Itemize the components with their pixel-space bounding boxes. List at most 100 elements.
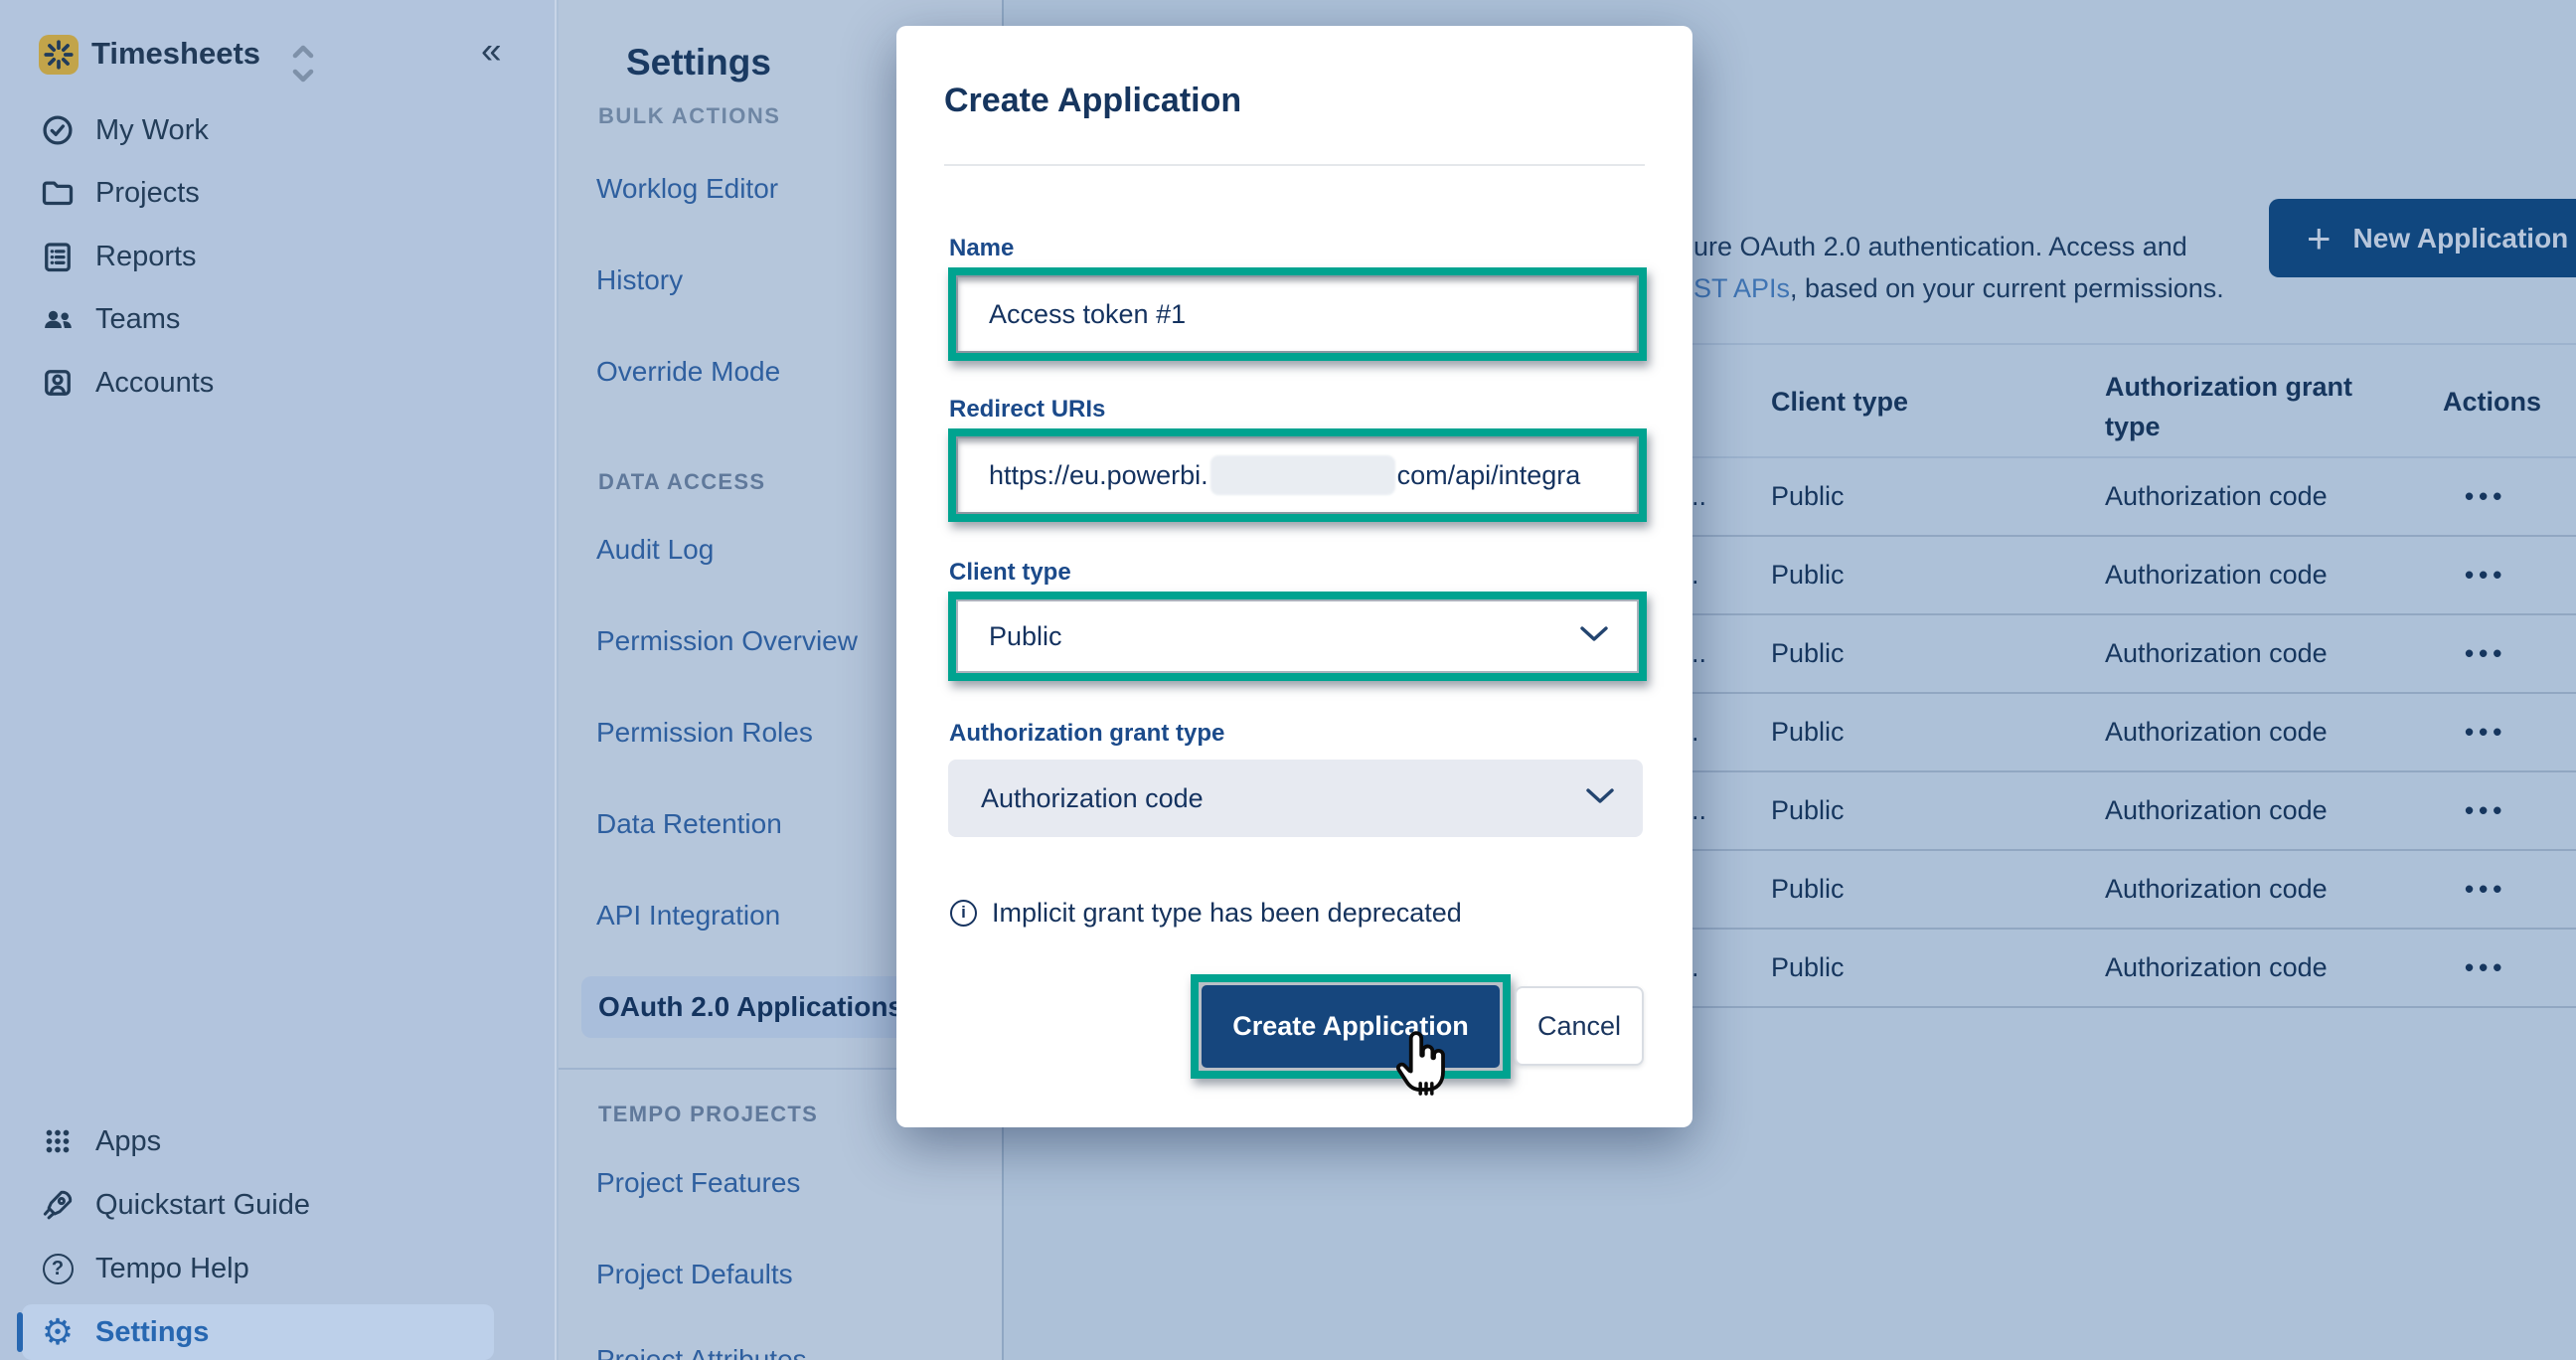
modal-title: Create Application — [944, 82, 1241, 120]
grant-type-cell: Authorization code — [2105, 458, 2328, 535]
sidebar-item-reports[interactable]: Reports — [0, 231, 557, 282]
grant-type-cell: Authorization code — [2105, 930, 2328, 1006]
redirect-uris-annotation-box: https://eu.powerbi.com/api/integra — [948, 428, 1647, 522]
create-application-button[interactable]: Create Application — [1202, 985, 1500, 1068]
sidebar-item-tempo-help[interactable]: ? Tempo Help — [0, 1243, 557, 1294]
row-actions-menu-icon[interactable]: ••• — [2465, 851, 2506, 928]
collapse-sidebar-icon[interactable]: « — [481, 30, 502, 72]
gear-icon: ⚙ — [40, 1314, 76, 1350]
client-type-cell: Public — [1771, 930, 1845, 1006]
chevron-down-icon — [1579, 625, 1609, 647]
app-switcher-title[interactable]: Timesheets — [91, 36, 260, 72]
row-actions-menu-icon[interactable]: ••• — [2465, 772, 2506, 849]
question-circle-icon: ? — [40, 1251, 76, 1286]
row-actions-menu-icon[interactable]: ••• — [2465, 694, 2506, 770]
client-type-cell: Public — [1771, 537, 1845, 613]
row-actions-menu-icon[interactable]: ••• — [2465, 537, 2506, 613]
client-type-label: Client type — [949, 559, 1071, 587]
intro-text-line1: ure OAuth 2.0 authentication. Access and — [1693, 232, 2187, 262]
client-type-cell: Public — [1771, 615, 1845, 692]
modal-title-divider — [944, 164, 1645, 166]
nav-item-data-retention[interactable]: Data Retention — [596, 808, 782, 840]
sidebar-item-settings[interactable]: ⚙ Settings — [0, 1306, 557, 1358]
sidebar: Timesheets « My Work Projects — [0, 0, 557, 1360]
client-type-cell: Public — [1771, 851, 1845, 928]
cancel-button[interactable]: Cancel — [1515, 986, 1644, 1066]
sidebar-item-projects[interactable]: Projects — [0, 167, 557, 219]
app-root: Timesheets « My Work Projects — [0, 0, 2576, 1360]
grant-type-cell: Authorization code — [2105, 694, 2328, 770]
grant-type-cell: Authorization code — [2105, 772, 2328, 849]
sidebar-item-quickstart-guide[interactable]: Quickstart Guide — [0, 1179, 557, 1231]
info-icon: i — [950, 900, 977, 927]
nav-item-project-attributes-clipped[interactable]: Project Attributes — [596, 1344, 807, 1360]
section-heading-data-access: DATA ACCESS — [598, 469, 765, 495]
sidebar-item-label: Projects — [95, 177, 200, 210]
folder-icon — [40, 175, 76, 211]
rocket-icon — [40, 1187, 76, 1223]
app-name-truncated: .. — [1691, 615, 1706, 692]
column-header-actions: Actions — [2443, 387, 2541, 418]
grant-type-cell: Authorization code — [2105, 851, 2328, 928]
intro-text-line2: ST APIs, based on your current permissio… — [1693, 273, 2224, 304]
grant-type-cell: Authorization code — [2105, 615, 2328, 692]
redacted-url-blur — [1210, 455, 1395, 495]
grant-type-select[interactable]: Authorization code — [948, 760, 1643, 837]
new-application-button[interactable]: + New Application — [2269, 199, 2576, 277]
person-badge-icon — [40, 365, 76, 401]
name-input[interactable]: Access token #1 — [956, 275, 1639, 353]
sidebar-header: Timesheets « — [0, 0, 557, 109]
sidebar-item-label: My Work — [95, 114, 209, 147]
sidebar-item-accounts[interactable]: Accounts — [0, 357, 557, 409]
client-type-select[interactable]: Public — [956, 599, 1639, 673]
create-button-annotation-box: Create Application — [1191, 974, 1511, 1079]
nav-item-project-defaults[interactable]: Project Defaults — [596, 1259, 793, 1290]
sidebar-item-label: Quickstart Guide — [95, 1189, 310, 1222]
rest-apis-link[interactable]: ST APIs — [1693, 273, 1790, 303]
report-list-icon — [40, 239, 76, 274]
sidebar-item-teams[interactable]: Teams — [0, 293, 557, 345]
sidebar-item-label: Apps — [95, 1125, 161, 1158]
nav-item-permission-overview[interactable]: Permission Overview — [596, 625, 858, 657]
chevron-down-icon — [1585, 787, 1615, 809]
grant-type-label: Authorization grant type — [949, 720, 1224, 748]
app-name-truncated: .. — [1691, 772, 1706, 849]
column-header-client-type: Client type — [1771, 387, 1908, 418]
tempo-logo-icon[interactable] — [39, 35, 79, 75]
nav-item-worklog-editor[interactable]: Worklog Editor — [596, 173, 778, 205]
nav-item-permission-roles[interactable]: Permission Roles — [596, 717, 813, 749]
redirect-uris-input[interactable]: https://eu.powerbi.com/api/integra — [956, 436, 1639, 514]
sidebar-item-label: Teams — [95, 303, 180, 336]
client-type-cell: Public — [1771, 694, 1845, 770]
row-actions-menu-icon[interactable]: ••• — [2465, 615, 2506, 692]
nav-item-api-integration[interactable]: API Integration — [596, 900, 780, 932]
column-header-grant-type: Authorization grant type — [2105, 367, 2353, 446]
settings-panel-title: Settings — [626, 42, 771, 84]
client-type-cell: Public — [1771, 772, 1845, 849]
check-circle-icon — [40, 112, 76, 148]
grid-dots-icon — [40, 1123, 76, 1159]
plus-icon: + — [2307, 218, 2332, 259]
deprecation-info-message: i Implicit grant type has been deprecate… — [950, 893, 1462, 933]
section-heading-bulk-actions: BULK ACTIONS — [598, 103, 780, 129]
nav-item-override-mode[interactable]: Override Mode — [596, 356, 780, 388]
row-actions-menu-icon[interactable]: ••• — [2465, 930, 2506, 1006]
client-type-annotation-box: Public — [948, 592, 1647, 681]
sidebar-item-my-work[interactable]: My Work — [0, 104, 557, 156]
nav-item-audit-log[interactable]: Audit Log — [596, 534, 714, 566]
app-switcher-chevrons-icon[interactable] — [285, 42, 321, 90]
app-name-truncated: . — [1691, 537, 1699, 613]
redirect-uris-label: Redirect URIs — [949, 396, 1105, 424]
row-actions-menu-icon[interactable]: ••• — [2465, 458, 2506, 535]
section-heading-tempo-projects: TEMPO PROJECTS — [598, 1102, 818, 1127]
app-name-truncated: . — [1691, 694, 1699, 770]
nav-item-project-features[interactable]: Project Features — [596, 1167, 800, 1199]
app-name-truncated: .. — [1691, 458, 1706, 535]
grant-type-cell: Authorization code — [2105, 537, 2328, 613]
nav-item-history[interactable]: History — [596, 264, 683, 296]
nav-item-oauth-applications[interactable]: OAuth 2.0 Applications — [598, 991, 903, 1023]
intro-text-line2-rest: , based on your current permissions. — [1790, 273, 2224, 303]
create-application-modal: Create Application Name Access token #1 … — [896, 26, 1692, 1127]
sidebar-item-label: Tempo Help — [95, 1253, 249, 1285]
sidebar-item-apps[interactable]: Apps — [0, 1115, 557, 1167]
